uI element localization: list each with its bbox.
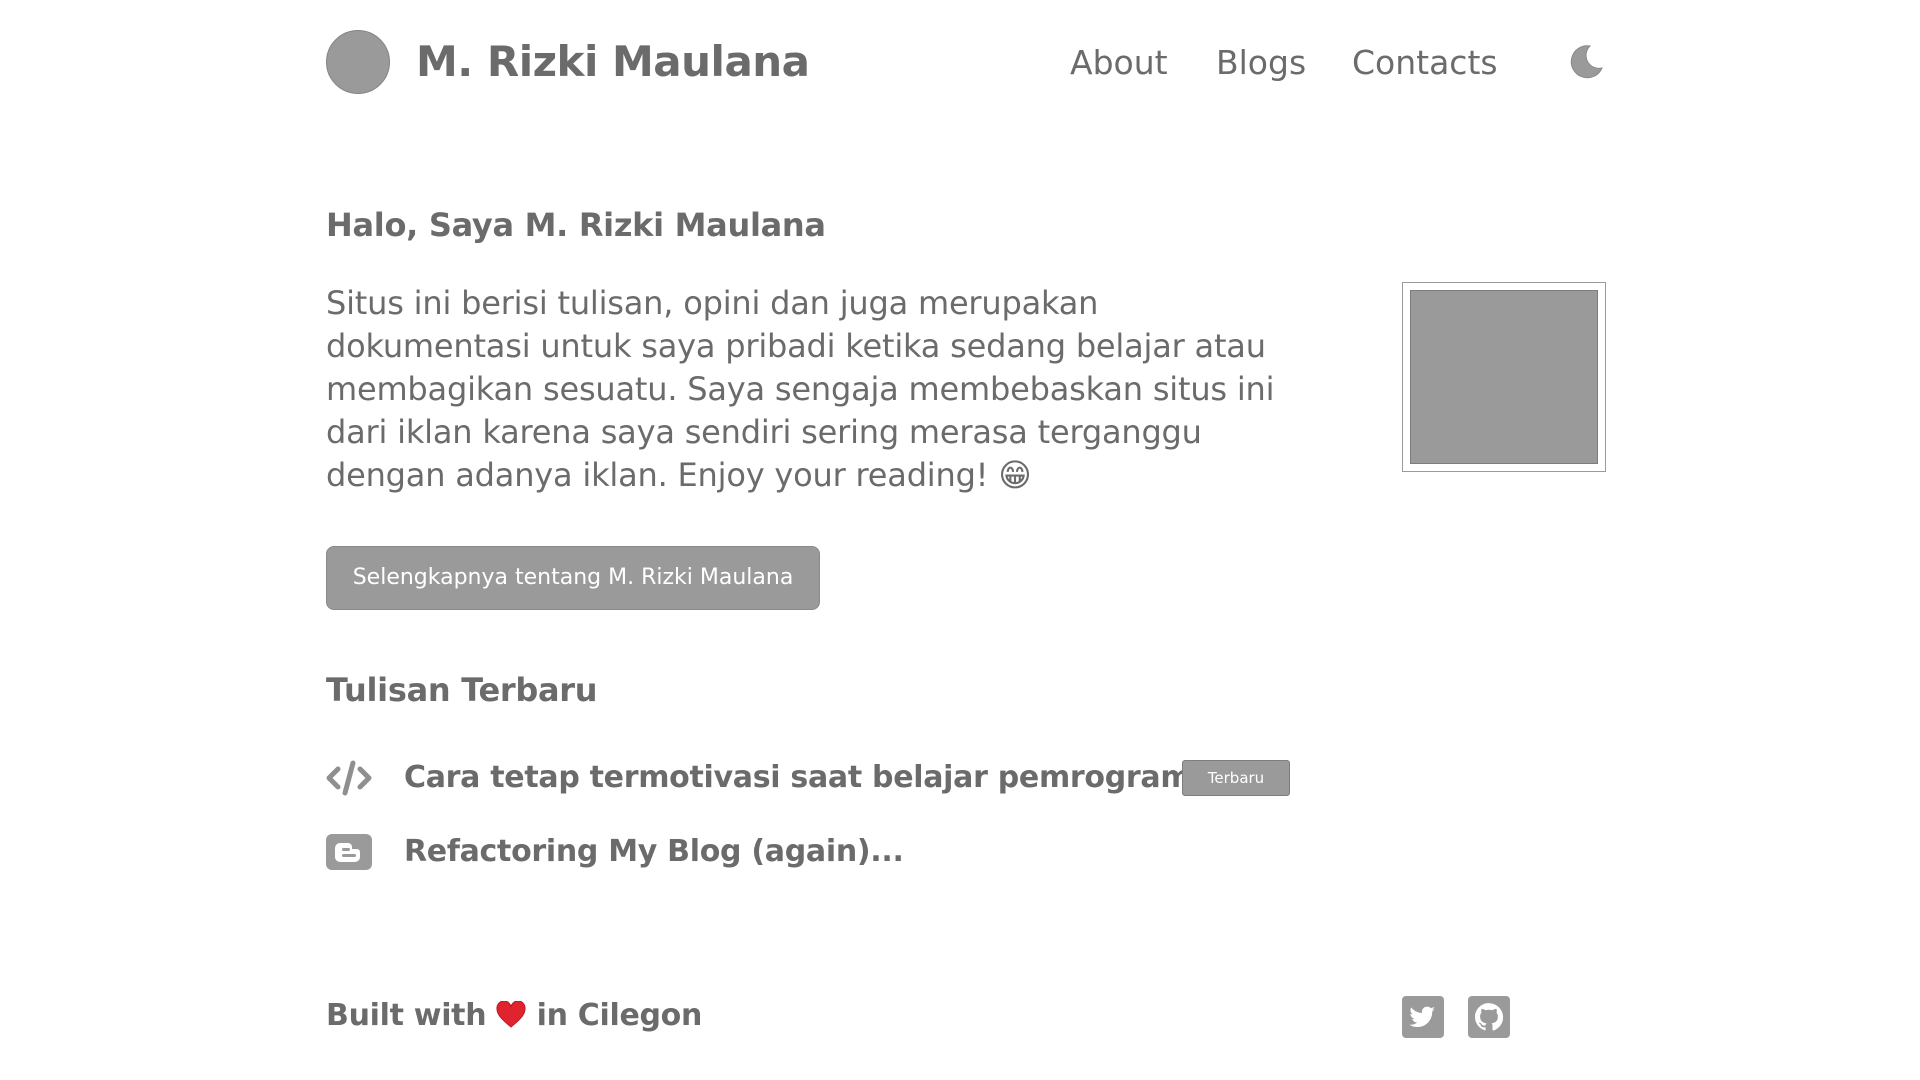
- intro-paragraph: Situs ini berisi tulisan, opini dan juga…: [326, 282, 1306, 497]
- profile-photo: [1402, 282, 1606, 472]
- site-title[interactable]: M. Rizki Maulana: [416, 36, 810, 88]
- moon-icon: [1570, 45, 1603, 79]
- footer-text-after: in Cilegon: [536, 998, 703, 1033]
- profile-photo-placeholder: [1410, 290, 1598, 464]
- site-header: M. Rizki Maulana About Blogs Contacts: [326, 28, 1606, 98]
- footer-credit: Built with in Cilegon: [326, 992, 702, 1040]
- code-icon: [326, 760, 372, 796]
- nav-link-about[interactable]: About: [1070, 42, 1168, 84]
- post-item[interactable]: Cara tetap termotivasi saat belajar pemr…: [326, 754, 1306, 802]
- intro-heading: Halo, Saya M. Rizki Maulana: [326, 206, 826, 244]
- grin-emoji: 😁: [998, 456, 1032, 494]
- twitter-link[interactable]: [1402, 996, 1444, 1038]
- avatar[interactable]: [326, 30, 390, 94]
- heart-icon: [496, 1001, 526, 1028]
- post-title[interactable]: Cara tetap termotivasi saat belajar pemr…: [404, 754, 1233, 802]
- recent-posts-heading: Tulisan Terbaru: [326, 671, 598, 709]
- page-container: M. Rizki Maulana About Blogs Contacts Ha…: [326, 0, 1606, 1080]
- intro-text: Situs ini berisi tulisan, opini dan juga…: [326, 284, 1275, 494]
- twitter-icon: [1402, 996, 1444, 1038]
- footer-text-before: Built with: [326, 998, 487, 1033]
- nav-link-blogs[interactable]: Blogs: [1216, 42, 1306, 84]
- theme-toggle-button[interactable]: [1566, 42, 1606, 82]
- new-badge: Terbaru: [1182, 760, 1290, 796]
- blogger-icon: [326, 834, 372, 870]
- post-title[interactable]: Refactoring My Blog (again)...: [404, 828, 904, 876]
- post-item[interactable]: Refactoring My Blog (again)...: [326, 828, 1306, 876]
- github-link[interactable]: [1468, 996, 1510, 1038]
- about-more-button[interactable]: Selengkapnya tentang M. Rizki Maulana: [326, 546, 820, 610]
- nav-link-contacts[interactable]: Contacts: [1352, 42, 1498, 84]
- github-icon: [1468, 996, 1510, 1038]
